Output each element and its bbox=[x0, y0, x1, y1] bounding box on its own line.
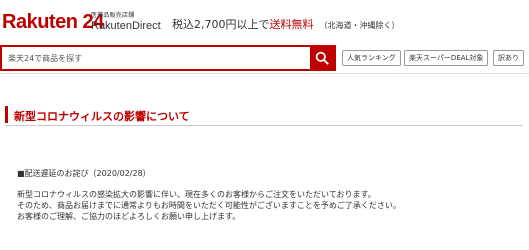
notice-line: 新型コロナウィルスの感染拡大の影響に伴い、現在多くのお客様からご注文をいただいて… bbox=[17, 190, 376, 199]
outlet-button[interactable]: 訳あり bbox=[493, 50, 524, 66]
search-box bbox=[0, 45, 336, 71]
notice-body: 新型コロナウィルスの感染拡大の影響に伴い、現在多くのお客様からご注文をいただいて… bbox=[17, 189, 401, 222]
title-underline bbox=[5, 125, 523, 126]
page-title: 新型コロナウィルスの影響について bbox=[14, 110, 190, 123]
promo-highlight: 送料無料 bbox=[269, 18, 314, 31]
header-divider bbox=[0, 73, 529, 74]
search-row: 人気ランキング 楽天スーパーDEAL対象 訳あり bbox=[0, 45, 529, 71]
search-button[interactable] bbox=[310, 47, 334, 69]
site-header: Rakuten 24 医薬品販売店舗 RakutenDirect 税込2,700… bbox=[0, 0, 529, 44]
sub-logo-name: RakutenDirect bbox=[91, 20, 161, 32]
promo-prefix: 税込2,700円以上で bbox=[172, 18, 270, 31]
notice-heading: ■配送遅延のお詫び（2020/02/28） bbox=[17, 169, 151, 178]
search-input[interactable] bbox=[2, 47, 312, 69]
search-icon bbox=[315, 51, 329, 65]
section-header: 新型コロナウィルスの影響について bbox=[0, 104, 529, 126]
super-deal-button[interactable]: 楽天スーパーDEAL対象 bbox=[404, 50, 489, 66]
notice-line: お客様のご理解、ご協力のほどよろしくお願い申し上げます。 bbox=[17, 212, 241, 221]
rakuten-direct-logo[interactable]: 医薬品販売店舗 RakutenDirect bbox=[91, 13, 161, 32]
notice-line: そのため、商品お届けまでに通常よりもお時間をいただく可能性がございますことを予め… bbox=[17, 201, 401, 210]
rakuten24-logo[interactable]: Rakuten 24 bbox=[2, 10, 104, 34]
ranking-button[interactable]: 人気ランキング bbox=[342, 50, 401, 66]
promo-note: （北海道・沖縄除く） bbox=[319, 21, 400, 30]
free-shipping-banner: 税込2,700円以上で送料無料 （北海道・沖縄除く） bbox=[172, 16, 400, 32]
title-accent-bar bbox=[5, 106, 8, 123]
sub-logo-caption: 医薬品販売店舗 bbox=[91, 12, 135, 19]
